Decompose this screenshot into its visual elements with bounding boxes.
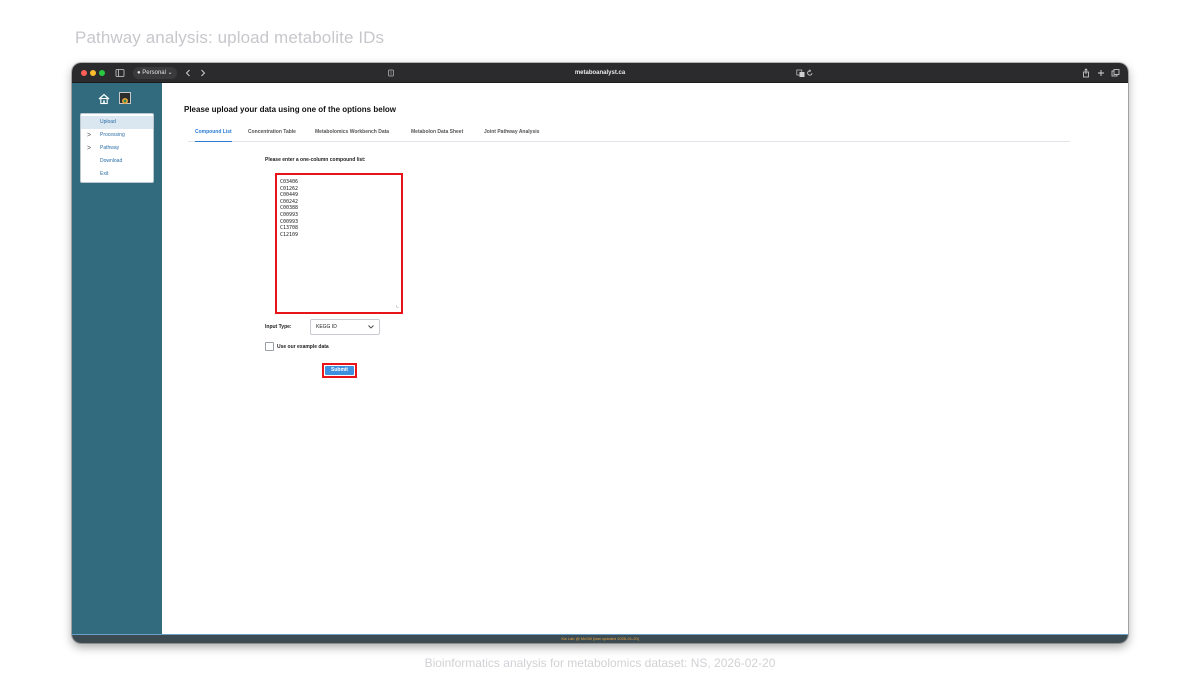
compound-list-label: Please enter a one-column compound list: (265, 157, 366, 163)
tab-metabolon-data-sheet[interactable]: Metabolon Data Sheet (411, 128, 463, 142)
input-type-label: Input Type: (265, 324, 292, 330)
menu-item-exit[interactable]: Exit (81, 168, 153, 181)
chevron-down-icon (367, 320, 375, 339)
menu-item-label: Processing (100, 132, 125, 138)
input-type-value: KEGG ID (316, 324, 337, 330)
slide: Pathway analysis: upload metabolite IDs … (0, 0, 1200, 674)
menu-item-label: Upload (100, 119, 116, 125)
example-data-checkbox[interactable] (265, 342, 274, 351)
menu-item-processing[interactable]: > Processing (81, 129, 153, 142)
new-tab-icon[interactable] (1097, 67, 1105, 79)
resize-handle-icon[interactable]: ∟ (396, 304, 399, 311)
compound-id: C12109 (280, 231, 299, 238)
reload-icon[interactable] (806, 67, 814, 79)
footer-text: Xia Lab @ McGill (last updated 2026-01-2… (560, 636, 640, 641)
menu-item-download[interactable]: Download (81, 155, 153, 168)
compound-id: C00388 (280, 205, 299, 212)
page-title: Please upload your data using one of the… (184, 105, 397, 114)
menu-item-upload[interactable]: Upload (81, 116, 153, 129)
submit-highlight: Submit (322, 363, 357, 378)
tab-metabolomics-workbench[interactable]: Metabolomics Workbench Data (315, 128, 389, 142)
metaboanalyst-logo-icon[interactable] (119, 92, 131, 104)
menu-item-label: Exit (100, 171, 109, 177)
tab-joint-pathway-analysis[interactable]: Joint Pathway Analysis (484, 128, 539, 142)
navigation-menu: Upload > Processing > Pathway Download E… (80, 113, 154, 183)
compound-id: C00242 (280, 198, 299, 205)
home-icon[interactable] (97, 92, 111, 106)
example-data-label: Use our example data (277, 344, 329, 350)
menu-item-label: Download (100, 158, 123, 164)
chevron-right-icon: > (87, 145, 92, 152)
menu-item-label: Pathway (100, 145, 120, 151)
browser-window: ● Personal ⌄ metaboanalyst.ca Upload > P… (72, 63, 1128, 643)
compound-id: C01262 (280, 185, 299, 192)
compound-id: C03406 (280, 179, 299, 185)
compound-list-textarea[interactable]: C03406 C01262 C00449 C00242 C00388 C0099… (275, 173, 403, 314)
share-icon[interactable] (1082, 67, 1090, 79)
main-content: Please upload your data using one of the… (162, 83, 1128, 634)
app-sidebar: Upload > Processing > Pathway Download E… (72, 83, 162, 634)
compound-id: C00993 (280, 218, 299, 225)
submit-button[interactable]: Submit (325, 366, 354, 375)
tab-overview-icon[interactable] (1111, 67, 1120, 79)
upload-tabs: Compound List Concentration Table Metabo… (188, 128, 1070, 142)
tab-compound-list[interactable]: Compound List (195, 128, 232, 142)
compound-id: C13708 (280, 225, 299, 232)
slide-title: Pathway analysis: upload metabolite IDs (75, 28, 385, 47)
compound-id: C00449 (280, 192, 299, 199)
input-type-select[interactable]: KEGG ID (310, 319, 380, 335)
compound-id: C00993 (280, 211, 299, 218)
translate-icon[interactable] (796, 67, 805, 79)
address-bar[interactable]: metaboanalyst.ca (72, 68, 1128, 78)
app-footer: Xia Lab @ McGill (last updated 2026-01-2… (72, 634, 1128, 643)
menu-item-pathway[interactable]: > Pathway (81, 142, 153, 155)
slide-caption: Bioinformatics analysis for metabolomics… (424, 656, 776, 670)
browser-titlebar: ● Personal ⌄ metaboanalyst.ca (72, 63, 1128, 83)
tab-concentration-table[interactable]: Concentration Table (248, 128, 296, 142)
chevron-right-icon: > (87, 132, 92, 139)
